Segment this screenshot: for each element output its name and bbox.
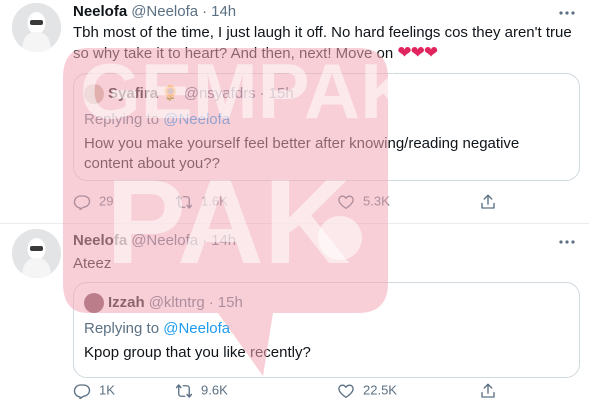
quoted-author-handle: @nsyafdrs — [183, 85, 256, 102]
tweet-actions: 29 1.6K 5.3K — [73, 191, 513, 211]
more-dots-icon[interactable] — [557, 4, 577, 22]
retweet-icon — [175, 194, 193, 209]
heart-emoji-icon: ❤❤❤ — [397, 43, 438, 62]
more-dots-icon[interactable] — [557, 233, 577, 251]
tweet[interactable]: Neelofa @Neelofa · 14h Tbh most of the time… — [0, 0, 589, 224]
share-icon — [481, 194, 495, 209]
separator-dot: · — [259, 85, 265, 102]
avatar-image — [12, 229, 61, 278]
author-name[interactable]: Neelofa — [73, 232, 127, 249]
tweet-text: Ateez — [73, 255, 112, 272]
replying-prefix: Replying to — [84, 320, 160, 337]
separator-dot: · — [208, 294, 214, 311]
tweet-header: Neelofa @Neelofa · 14h — [73, 3, 236, 21]
quoted-avatar — [84, 84, 104, 104]
quoted-tweet[interactable]: Izzah @kltntrg · 15h Replying to @Neelofa K… — [73, 282, 580, 378]
like-count: 22.5K — [363, 382, 397, 398]
quoted-author-name: Syafira — [108, 85, 159, 102]
tweet-text-content: Tbh most of the time, I just laugh it of… — [73, 24, 572, 62]
share-button[interactable] — [479, 191, 505, 211]
retweet-icon — [175, 383, 193, 398]
retweet-button[interactable]: 9.6K — [175, 380, 228, 400]
retweet-count: 9.6K — [201, 382, 228, 398]
quoted-avatar — [84, 293, 104, 313]
reply-button[interactable]: 29 — [73, 191, 113, 211]
heart-icon — [338, 195, 354, 209]
replying-mention[interactable]: @Neelofa — [163, 111, 230, 128]
like-count: 5.3K — [363, 193, 390, 209]
quoted-tweet-header: Syafira 🌻 @nsyafdrs · 15h — [84, 84, 294, 104]
quoted-timestamp: 15h — [268, 85, 294, 102]
quoted-tweet-text: Kpop group that you like recently? — [84, 344, 311, 361]
retweet-button[interactable]: 1.6K — [175, 191, 228, 211]
replying-to: Replying to @Neelofa — [84, 110, 230, 130]
quoted-tweet[interactable]: Syafira 🌻 @nsyafdrs · 15h Replying to @Neelo… — [73, 73, 580, 181]
tweet-actions: 1K 9.6K 22.5K — [73, 380, 513, 400]
tweet-header: Neelofa @Neelofa · 14h — [73, 232, 236, 250]
separator-dot: · — [202, 232, 208, 249]
sunflower-emoji-icon: 🌻 — [161, 85, 180, 102]
author-handle[interactable]: @Neelofa — [131, 3, 198, 20]
reply-count: 29 — [99, 193, 114, 209]
avatar[interactable] — [12, 3, 61, 52]
retweet-count: 1.6K — [201, 193, 228, 209]
quoted-author-name: Izzah — [108, 294, 145, 311]
tweet[interactable]: Neelofa @Neelofa · 14h Ateez Izzah @kltntrg ·… — [0, 224, 589, 407]
quoted-tweet-header: Izzah @kltntrg · 15h — [84, 293, 243, 313]
replying-to: Replying to @Neelofa — [84, 319, 230, 339]
separator-dot: · — [202, 3, 208, 20]
replying-prefix: Replying to — [84, 111, 160, 128]
reply-icon — [73, 383, 91, 399]
reply-icon — [73, 194, 91, 210]
timestamp[interactable]: 14h — [211, 232, 236, 249]
like-button[interactable]: 5.3K — [337, 191, 390, 211]
quoted-timestamp: 15h — [217, 294, 243, 311]
like-button[interactable]: 22.5K — [337, 380, 397, 400]
avatar[interactable] — [12, 229, 61, 278]
author-handle[interactable]: @Neelofa — [131, 232, 198, 249]
share-button[interactable] — [479, 380, 505, 400]
timestamp[interactable]: 14h — [211, 3, 236, 20]
replying-mention[interactable]: @Neelofa — [163, 320, 230, 337]
author-name[interactable]: Neelofa — [73, 3, 127, 20]
avatar-image — [12, 3, 61, 52]
share-icon — [481, 383, 495, 398]
heart-icon — [338, 384, 354, 398]
tweet-text: Tbh most of the time, I just laugh it of… — [73, 23, 577, 64]
quoted-tweet-text: How you make yourself feel better after … — [84, 135, 520, 172]
reply-button[interactable]: 1K — [73, 380, 115, 400]
quoted-author-handle: @kltntrg — [148, 294, 205, 311]
reply-count: 1K — [99, 382, 115, 398]
